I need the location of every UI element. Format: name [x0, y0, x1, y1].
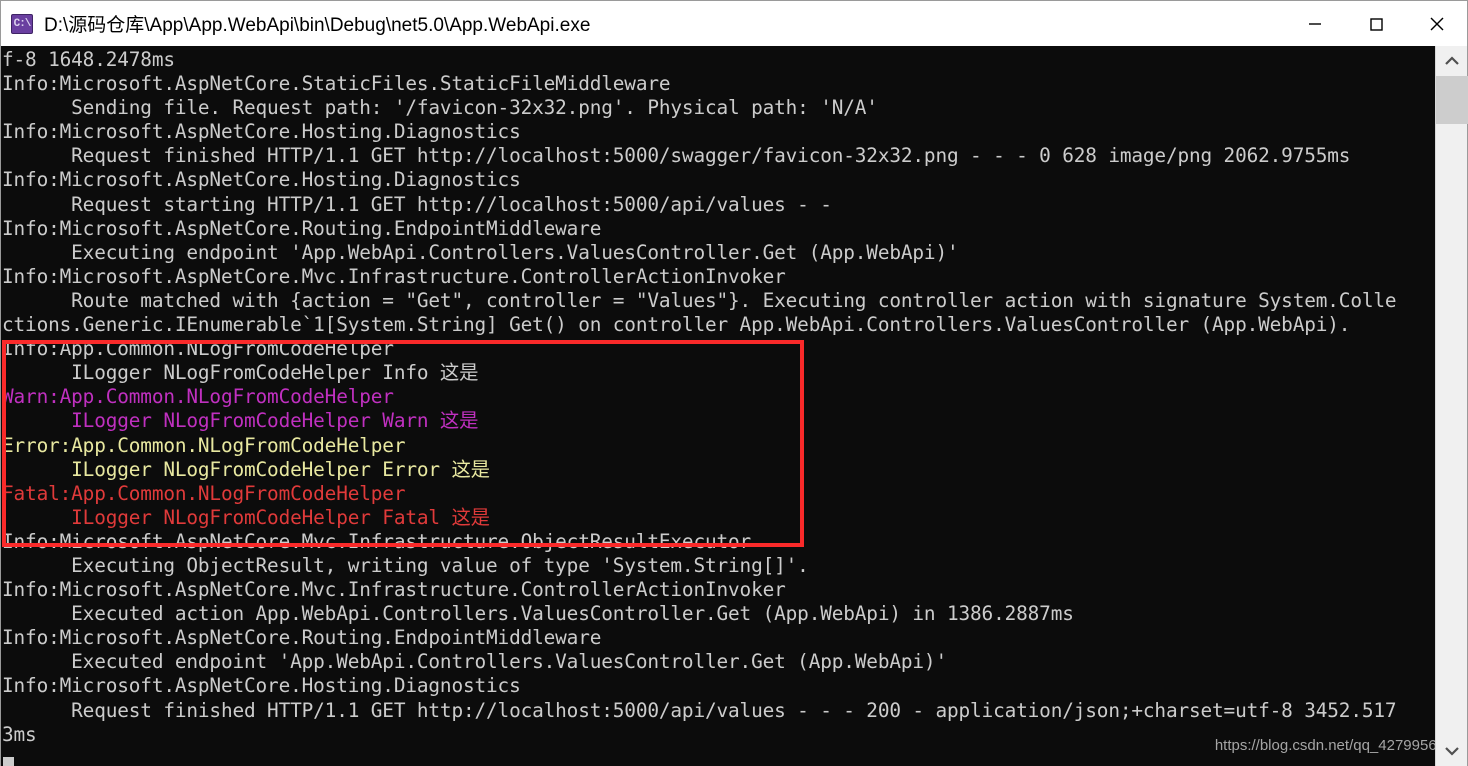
console-line: Info:Microsoft.AspNetCore.Mvc.Infrastruc… — [2, 264, 786, 288]
console-line: Info:App.Common.NLogFromCodeHelper — [2, 337, 394, 361]
console-line: Request starting HTTP/1.1 GET http://loc… — [2, 192, 832, 216]
console-line: Info:Microsoft.AspNetCore.Hosting.Diagno… — [2, 168, 521, 192]
chevron-down-icon — [1445, 747, 1459, 756]
console-line: Fatal:App.Common.NLogFromCodeHelper — [2, 481, 406, 505]
console-line: Executing ObjectResult, writing value of… — [2, 553, 809, 577]
text-cursor — [3, 757, 14, 766]
minimize-icon — [1308, 22, 1321, 25]
scrollbar-thumb[interactable] — [1436, 76, 1468, 124]
console-line: Executed endpoint 'App.WebApi.Controller… — [2, 650, 947, 674]
watermark-url: https://blog.csdn.net/qq_42799562 — [1214, 737, 1445, 754]
console-line: Info:Microsoft.AspNetCore.Routing.Endpoi… — [2, 216, 602, 240]
close-button[interactable] — [1406, 2, 1467, 46]
console-line: Request finished HTTP/1.1 GET http://loc… — [2, 698, 1397, 722]
console-line: Warn:App.Common.NLogFromCodeHelper — [2, 385, 394, 409]
console-line: ctions.Generic.IEnumerable`1[System.Stri… — [2, 313, 1351, 337]
console-line: ILogger NLogFromCodeHelper Fatal 这是 — [2, 505, 490, 529]
close-icon — [1430, 17, 1443, 30]
title-bar-left: C:\ D:\源码仓库\App\App.WebApi\bin\Debug\net… — [1, 10, 1284, 37]
console-line: Info:Microsoft.AspNetCore.Mvc.Infrastruc… — [2, 578, 786, 602]
console-line: f-8 1648.2478ms — [2, 48, 175, 71]
minimize-button[interactable] — [1284, 2, 1345, 46]
chevron-up-icon — [1445, 56, 1459, 65]
maximize-icon — [1369, 17, 1383, 31]
console-line: Info:Microsoft.AspNetCore.Mvc.Infrastruc… — [2, 529, 752, 553]
console-app-icon: C:\ — [11, 13, 33, 34]
scroll-down-arrow[interactable] — [1436, 736, 1468, 766]
console-log-lines: f-8 1648.2478ms Info:Microsoft.AspNetCore… — [2, 48, 1435, 747]
window-title: D:\源码仓库\App\App.WebApi\bin\Debug\net5.0\… — [44, 15, 591, 36]
console-output-area[interactable]: f-8 1648.2478ms Info:Microsoft.AspNetCore… — [1, 46, 1435, 766]
vertical-scrollbar[interactable] — [1435, 46, 1468, 766]
console-line: Info:Microsoft.AspNetCore.Routing.Endpoi… — [2, 626, 602, 650]
console-line: Error:App.Common.NLogFromCodeHelper — [2, 433, 406, 457]
console-line: Info:Microsoft.AspNetCore.Hosting.Diagno… — [2, 674, 521, 698]
title-bar: C:\ D:\源码仓库\App\App.WebApi\bin\Debug\net… — [1, 1, 1467, 46]
console-line: Executed action App.WebApi.Controllers.V… — [2, 602, 1074, 626]
scroll-up-arrow[interactable] — [1436, 46, 1468, 76]
console-window: C:\ D:\源码仓库\App\App.WebApi\bin\Debug\net… — [0, 0, 1468, 766]
console-line: Sending file. Request path: '/favicon-32… — [2, 96, 878, 120]
console-line: ILogger NLogFromCodeHelper Warn 这是 — [2, 409, 479, 433]
console-line: ILogger NLogFromCodeHelper Error 这是 — [2, 457, 490, 481]
console-line: Route matched with {action = "Get", cont… — [2, 288, 1397, 312]
console-line: Info:Microsoft.AspNetCore.Hosting.Diagno… — [2, 120, 521, 144]
maximize-button[interactable] — [1345, 2, 1406, 46]
console-line: Info:Microsoft.AspNetCore.StaticFiles.St… — [2, 72, 671, 96]
console-line: Request finished HTTP/1.1 GET http://loc… — [2, 144, 1351, 168]
console-line: Executing endpoint 'App.WebApi.Controlle… — [2, 240, 959, 264]
console-line: ILogger NLogFromCodeHelper Info 这是 — [2, 361, 479, 385]
